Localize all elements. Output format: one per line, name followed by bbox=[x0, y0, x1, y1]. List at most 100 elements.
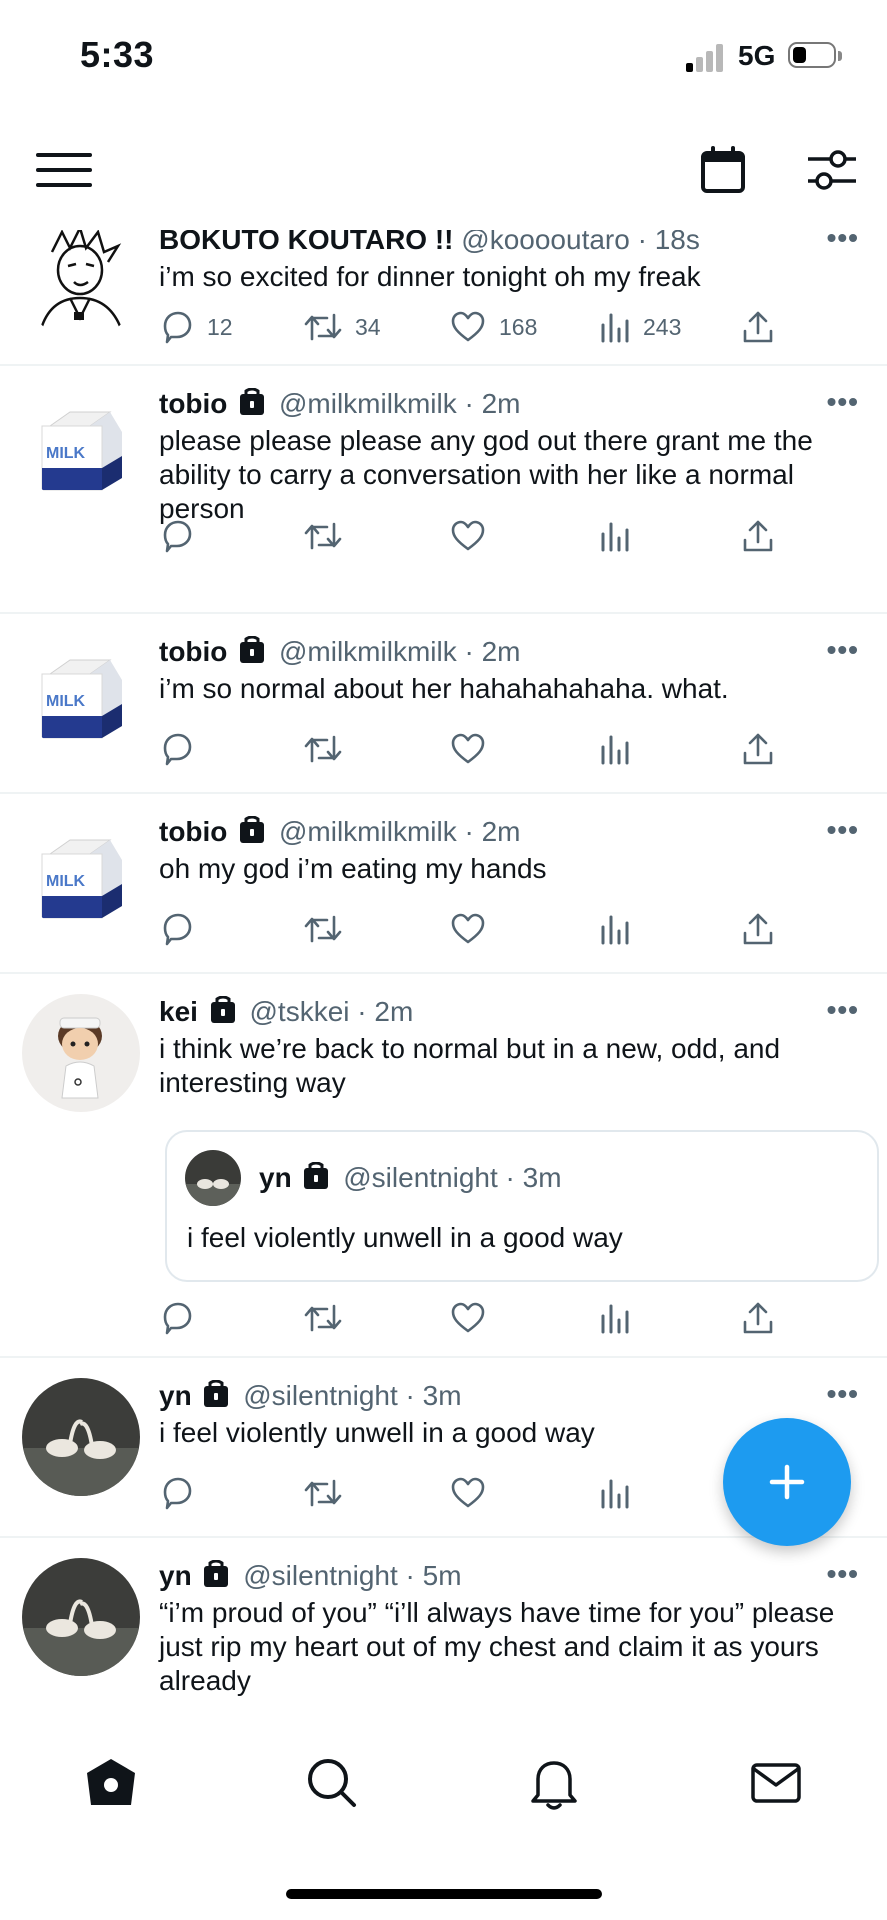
retweet-button[interactable] bbox=[303, 1473, 343, 1513]
reply-icon bbox=[163, 733, 192, 766]
more-options-icon[interactable]: ••• bbox=[827, 1558, 859, 1590]
like-button[interactable] bbox=[449, 1473, 487, 1513]
avatar[interactable]: MILK bbox=[22, 386, 140, 504]
timestamp: 2m bbox=[481, 816, 521, 847]
tweet-item[interactable]: BOKUTO KOUTARO !! @kooooutaro · 18s ••• … bbox=[0, 230, 887, 366]
avatar[interactable]: MILK bbox=[22, 814, 140, 932]
views-button[interactable] bbox=[599, 516, 631, 556]
views-button[interactable] bbox=[599, 1298, 631, 1338]
handle[interactable]: @milkmilkmilk bbox=[279, 816, 457, 847]
retweet-icon bbox=[304, 1479, 342, 1507]
lock-icon bbox=[240, 816, 265, 843]
tweet-item[interactable]: kei @tskkei · 2m ••• i think we’re back … bbox=[0, 974, 887, 1358]
views-button[interactable] bbox=[599, 909, 631, 949]
like-button[interactable]: 168 bbox=[449, 307, 537, 347]
views-button[interactable] bbox=[599, 729, 631, 769]
more-options-icon[interactable]: ••• bbox=[827, 230, 859, 254]
home-icon[interactable] bbox=[83, 1755, 139, 1811]
reply-button[interactable] bbox=[159, 1473, 195, 1513]
calendar-icon[interactable] bbox=[700, 146, 746, 199]
like-button[interactable] bbox=[449, 1298, 487, 1338]
display-name[interactable]: tobio bbox=[159, 816, 227, 847]
handle[interactable]: @milkmilkmilk bbox=[279, 388, 457, 419]
more-options-icon[interactable]: ••• bbox=[827, 1378, 859, 1410]
avatar[interactable] bbox=[22, 994, 140, 1112]
reply-button[interactable] bbox=[159, 729, 195, 769]
like-count: 168 bbox=[499, 313, 538, 340]
share-button[interactable] bbox=[741, 307, 775, 347]
tweet-item[interactable]: yn @silentnight · 5m ••• “i’m proud of y… bbox=[0, 1538, 887, 1715]
tweet-text: i’m so normal about her hahahahahaha. wh… bbox=[159, 673, 729, 704]
heart-icon bbox=[451, 733, 485, 764]
handle[interactable]: @milkmilkmilk bbox=[279, 636, 457, 667]
retweet-button[interactable]: 34 bbox=[303, 307, 381, 347]
retweet-button[interactable] bbox=[303, 1298, 343, 1338]
handle[interactable]: @silentnight bbox=[243, 1560, 398, 1591]
separator-dot: · bbox=[464, 636, 474, 667]
display-name[interactable]: kei bbox=[159, 996, 198, 1027]
like-button[interactable] bbox=[449, 729, 487, 769]
handle[interactable]: @tskkei bbox=[250, 996, 350, 1027]
more-options-icon[interactable]: ••• bbox=[827, 386, 859, 418]
share-button[interactable] bbox=[741, 1298, 775, 1338]
separator-dot: · bbox=[357, 996, 367, 1027]
display-name[interactable]: tobio bbox=[159, 388, 227, 419]
hamburger-menu-icon[interactable] bbox=[36, 150, 92, 195]
share-button[interactable] bbox=[741, 909, 775, 949]
display-name[interactable]: yn bbox=[159, 1560, 192, 1591]
heart-icon bbox=[451, 913, 485, 944]
tweet-item[interactable]: MILK tobio @milkmilkmilk · 2m ••• oh my … bbox=[0, 794, 887, 974]
handle[interactable]: @silentnight bbox=[243, 1380, 398, 1411]
avatar[interactable]: MILK bbox=[22, 634, 140, 752]
share-icon bbox=[743, 311, 773, 343]
tweet-actions bbox=[159, 516, 773, 556]
analytics-icon bbox=[601, 915, 629, 945]
reply-button[interactable] bbox=[159, 1298, 195, 1338]
compose-tweet-button[interactable] bbox=[723, 1418, 851, 1546]
reply-icon bbox=[163, 311, 192, 344]
share-icon bbox=[743, 913, 773, 945]
milk-label: MILK bbox=[46, 445, 86, 462]
views-button[interactable]: 243 bbox=[599, 307, 681, 347]
display-name[interactable]: BOKUTO KOUTARO !! bbox=[159, 230, 454, 255]
tweet-text: i’m so excited for dinner tonight oh my … bbox=[159, 261, 701, 292]
lock-icon bbox=[240, 636, 265, 663]
search-icon[interactable] bbox=[304, 1755, 360, 1811]
timestamp: 5m bbox=[422, 1560, 462, 1591]
display-name[interactable]: yn bbox=[159, 1380, 192, 1411]
tweet-item[interactable]: MILK tobio @milkmilkmilk · 2m ••• please… bbox=[0, 366, 887, 614]
retweet-button[interactable] bbox=[303, 516, 343, 556]
more-options-icon[interactable]: ••• bbox=[827, 994, 859, 1026]
quoted-tweet[interactable]: yn @silentnight · 3m i feel violently un… bbox=[165, 1130, 879, 1282]
more-options-icon[interactable]: ••• bbox=[827, 634, 859, 666]
reply-count: 12 bbox=[207, 313, 233, 340]
retweet-button[interactable] bbox=[303, 909, 343, 949]
sliders-icon[interactable] bbox=[806, 148, 858, 197]
reply-button[interactable] bbox=[159, 909, 195, 949]
analytics-icon bbox=[601, 1304, 629, 1334]
like-button[interactable] bbox=[449, 909, 487, 949]
bell-icon[interactable] bbox=[526, 1755, 582, 1811]
display-name[interactable]: tobio bbox=[159, 636, 227, 667]
separator-dot: · bbox=[464, 388, 474, 419]
timestamp: 18s bbox=[654, 230, 700, 255]
avatar[interactable] bbox=[22, 1558, 140, 1676]
milk-label: MILK bbox=[46, 873, 86, 890]
analytics-icon bbox=[601, 1479, 629, 1509]
like-button[interactable] bbox=[449, 516, 487, 556]
avatar[interactable] bbox=[22, 230, 140, 340]
tweet-item[interactable]: MILK tobio @milkmilkmilk · 2m ••• i’m so… bbox=[0, 614, 887, 794]
quoted-handle: @silentnight bbox=[343, 1162, 498, 1193]
share-button[interactable] bbox=[741, 729, 775, 769]
views-button[interactable] bbox=[599, 1473, 631, 1513]
retweet-button[interactable] bbox=[303, 729, 343, 769]
avatar[interactable] bbox=[22, 1378, 140, 1496]
more-options-icon[interactable]: ••• bbox=[827, 814, 859, 846]
retweet-icon bbox=[304, 1304, 342, 1332]
share-button[interactable] bbox=[741, 516, 775, 556]
mail-icon[interactable] bbox=[748, 1755, 804, 1811]
quoted-tweet-text: i feel violently unwell in a good way bbox=[187, 1222, 623, 1253]
reply-button[interactable]: 12 bbox=[159, 307, 233, 347]
handle[interactable]: @kooooutaro bbox=[461, 230, 630, 255]
reply-button[interactable] bbox=[159, 516, 195, 556]
